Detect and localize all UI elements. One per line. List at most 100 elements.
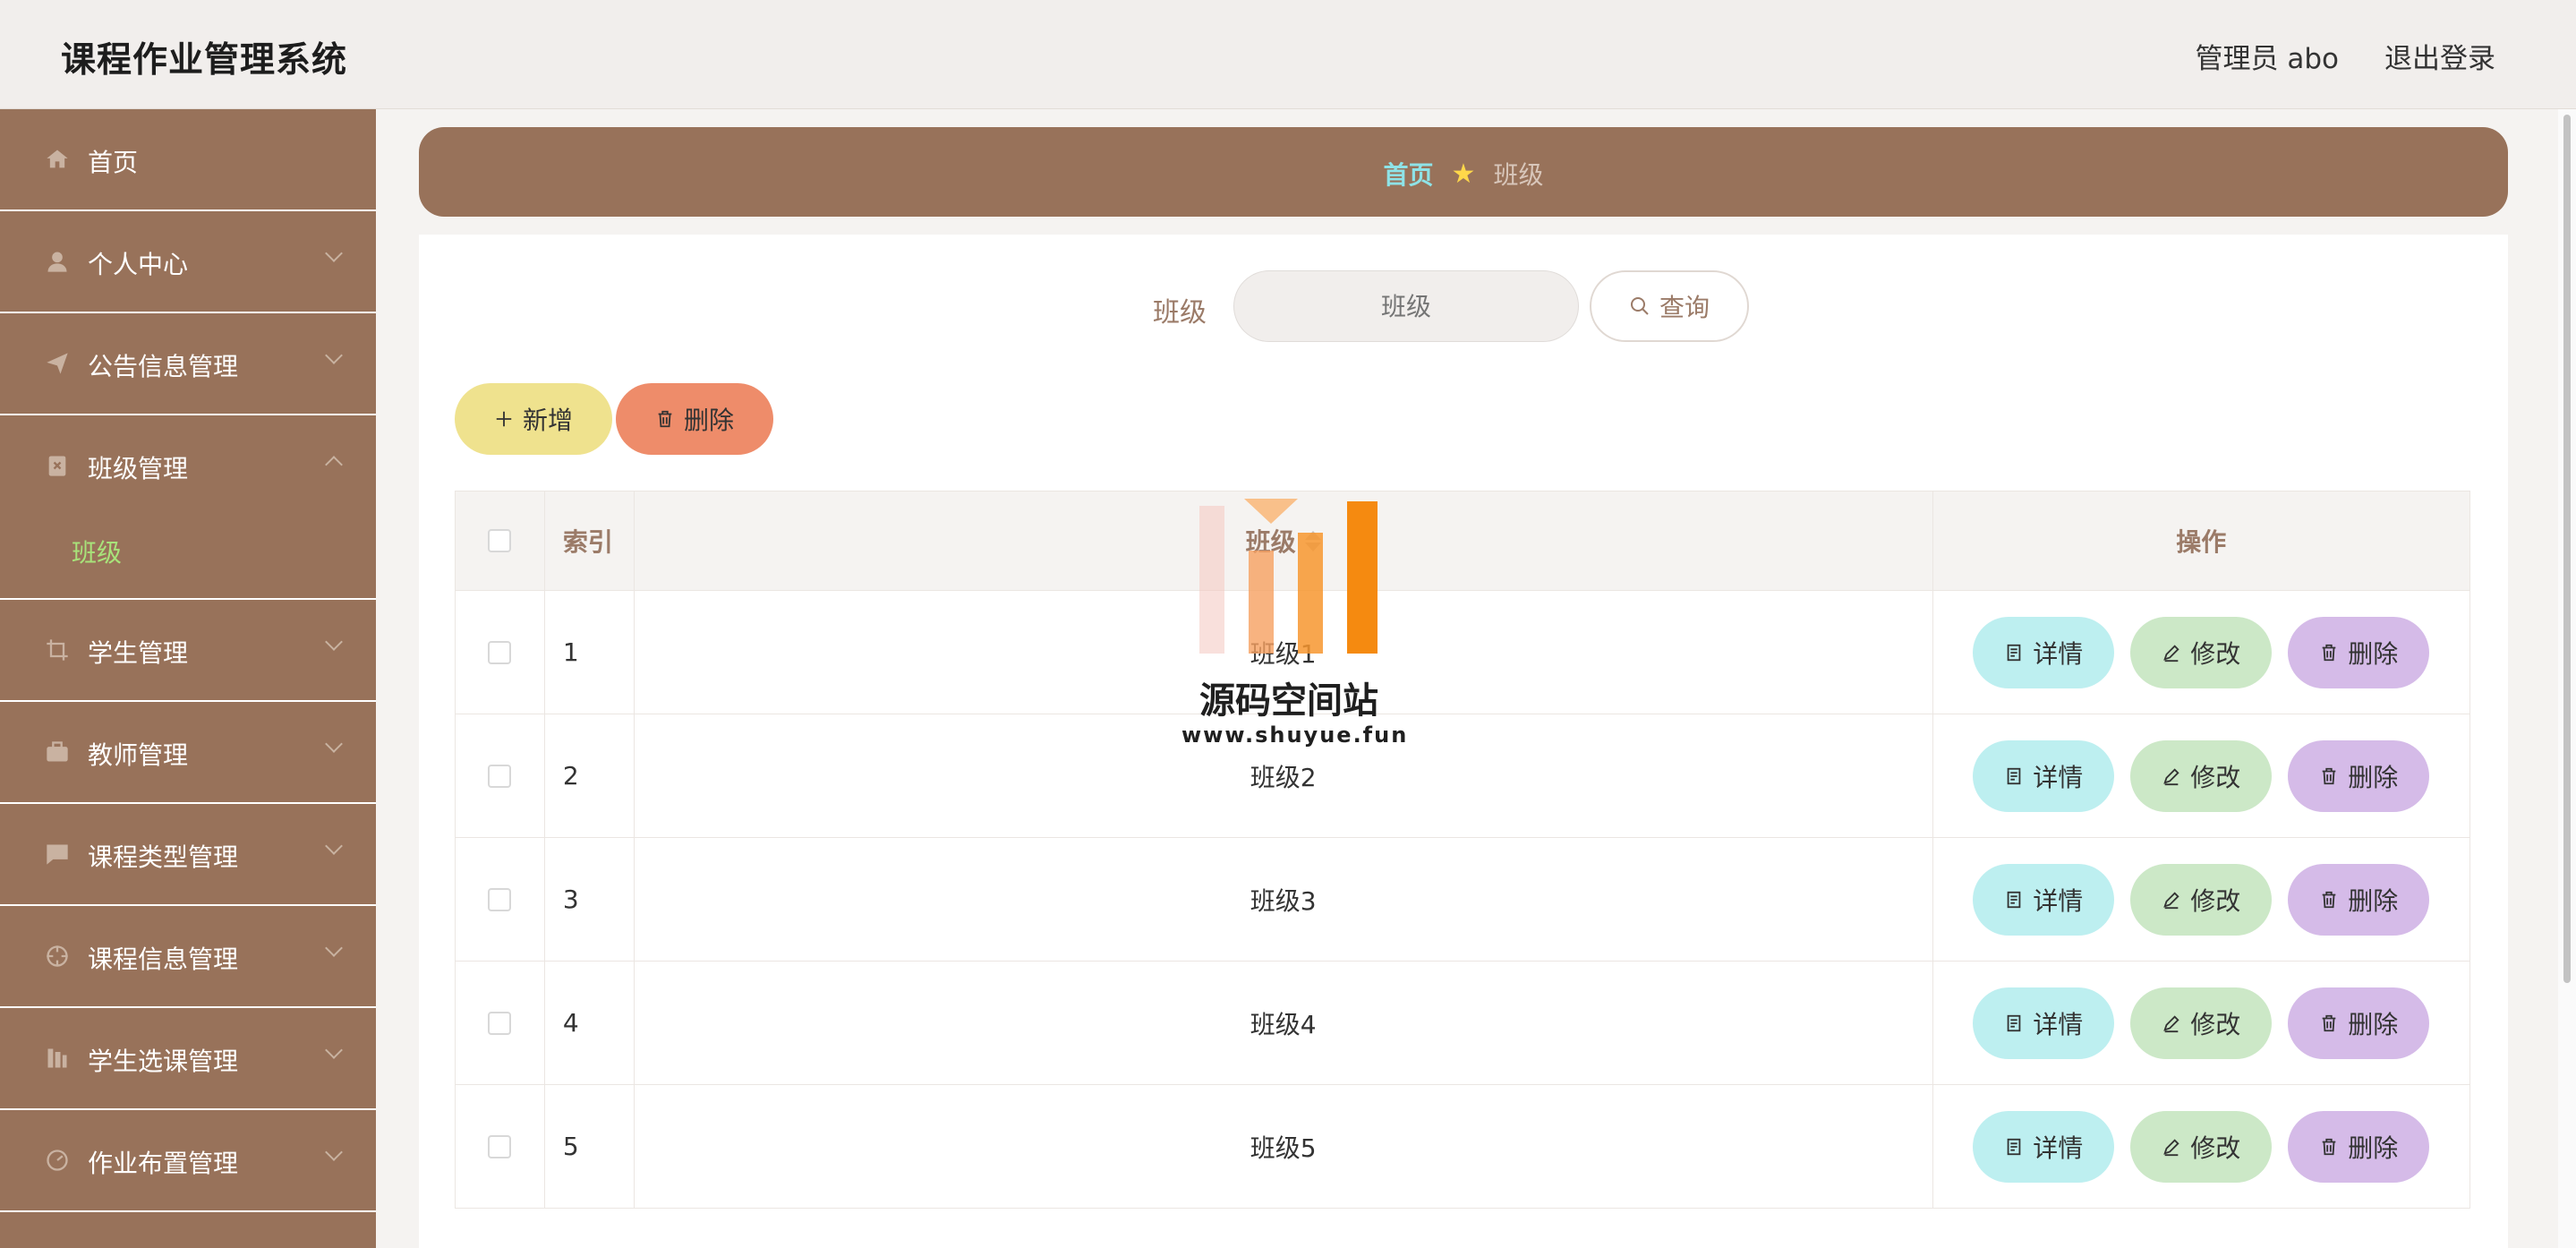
detail-label: 详情 [2033, 886, 2084, 915]
scrollbar-thumb[interactable] [2563, 115, 2571, 983]
row-class: 班级4 [635, 962, 1933, 1084]
sidebar-item-label: 学生管理 [88, 638, 189, 668]
pencil-icon [2163, 1138, 2179, 1156]
search-button[interactable]: 查询 [1590, 270, 1749, 342]
sort-icon[interactable] [1304, 530, 1321, 551]
sidebar: 首页 个人中心 公告信息管理 班级管理 班级 学生管理 教师管理 课程类型管理 … [0, 109, 376, 1248]
row-class: 班级3 [635, 838, 1933, 961]
edit-label: 修改 [2190, 886, 2241, 915]
add-button[interactable]: 新增 [455, 383, 612, 455]
sidebar-item-course-type-management[interactable]: 课程类型管理 [0, 804, 376, 906]
plus-icon [496, 411, 512, 427]
app-title: 课程作业管理系统 [61, 40, 348, 81]
delete-label: 删除 [2348, 886, 2399, 915]
delete-button[interactable]: 删除 [2288, 1110, 2430, 1183]
detail-button[interactable]: 详情 [1973, 863, 2115, 936]
header-class[interactable]: 班级 [635, 492, 1933, 590]
sidebar-item-label: 班级管理 [88, 454, 189, 483]
scrollbar[interactable] [2558, 109, 2576, 1248]
chevron-up-icon [325, 456, 343, 474]
trash-icon [2322, 891, 2336, 908]
delete-button[interactable]: 删除 [2288, 987, 2430, 1059]
user-icon [43, 247, 72, 276]
row-index: 4 [545, 962, 635, 1084]
detail-button[interactable]: 详情 [1973, 616, 2115, 688]
sidebar-item-label: 课程类型管理 [88, 842, 239, 872]
pencil-icon [2163, 891, 2179, 909]
batch-delete-button[interactable]: 删除 [616, 383, 773, 455]
logout-link[interactable]: 退出登录 [2384, 36, 2495, 76]
row-checkbox[interactable] [488, 1134, 512, 1158]
sidebar-item-announcements[interactable]: 公告信息管理 [0, 313, 376, 415]
chevron-down-icon [325, 1143, 343, 1161]
trash-icon [2322, 1014, 2336, 1031]
table-row: 4 班级4 详情 修改 删除 [455, 962, 2470, 1085]
sidebar-item-personal-center[interactable]: 个人中心 [0, 211, 376, 313]
search-input[interactable] [1233, 270, 1579, 342]
chevron-down-icon [325, 1041, 343, 1059]
sidebar-item-label: 课程信息管理 [88, 945, 239, 974]
edit-button[interactable]: 修改 [2130, 863, 2273, 936]
edit-button[interactable]: 修改 [2130, 616, 2273, 688]
row-class: 班级2 [635, 714, 1933, 837]
table-row: 3 班级3 详情 修改 删除 [455, 838, 2470, 962]
pencil-icon [2163, 1014, 2179, 1032]
dashboard-icon [43, 1146, 72, 1175]
table-row: 1 班级1 详情 修改 删除 [455, 591, 2470, 714]
document-icon [2007, 1014, 2021, 1031]
sidebar-item-label: 作业布置管理 [88, 1149, 239, 1178]
row-checkbox[interactable] [488, 764, 512, 788]
sidebar-item-label: 个人中心 [88, 250, 189, 279]
row-checkbox[interactable] [488, 887, 512, 911]
header-ops: 操作 [2176, 527, 2227, 557]
sidebar-item-home[interactable]: 首页 [0, 109, 376, 211]
delete-button[interactable]: 删除 [2288, 739, 2430, 812]
search-button-label: 查询 [1659, 294, 1710, 321]
document-icon [2007, 1138, 2021, 1155]
sidebar-item-label: 首页 [88, 148, 139, 177]
select-all-checkbox[interactable] [488, 529, 512, 552]
sidebar-subitem-class[interactable]: 班级 [0, 507, 376, 600]
detail-button[interactable]: 详情 [1973, 1110, 2115, 1183]
header-index: 索引 [545, 492, 635, 590]
detail-button[interactable]: 详情 [1973, 987, 2115, 1059]
row-class: 班级5 [635, 1085, 1933, 1208]
edit-label: 修改 [2190, 639, 2241, 668]
edit-button[interactable]: 修改 [2130, 1110, 2273, 1183]
delete-label: 删除 [2348, 763, 2399, 791]
sidebar-item-label: 公告信息管理 [88, 352, 239, 381]
breadcrumb-home[interactable]: 首页 [1384, 156, 1434, 192]
sidebar-item-class-management[interactable]: 班级管理 [0, 415, 376, 507]
edit-label: 修改 [2190, 1133, 2241, 1162]
row-index: 2 [545, 714, 635, 837]
sidebar-item-course-selection-management[interactable]: 学生选课管理 [0, 1008, 376, 1110]
search-icon [1630, 297, 1649, 315]
sidebar-item-homework-management[interactable]: 作业布置管理 [0, 1110, 376, 1212]
sidebar-item-label: 学生选课管理 [88, 1047, 239, 1076]
sidebar-subitem-label: 班级 [72, 538, 123, 568]
edit-button[interactable]: 修改 [2130, 739, 2273, 812]
row-class: 班级1 [635, 591, 1933, 714]
edit-button[interactable]: 修改 [2130, 987, 2273, 1059]
briefcase-icon [43, 738, 72, 766]
detail-button[interactable]: 详情 [1973, 739, 2115, 812]
trash-icon [658, 410, 672, 428]
user-info: 管理员 abo [2195, 43, 2340, 75]
row-checkbox[interactable] [488, 1011, 512, 1035]
sidebar-item-course-info-management[interactable]: 课程信息管理 [0, 906, 376, 1008]
search-label: 班级 [1153, 297, 1207, 329]
edit-label: 修改 [2190, 1010, 2241, 1039]
breadcrumb: 首页 ★ 班级 [419, 127, 2508, 217]
sidebar-item-student-management[interactable]: 学生管理 [0, 600, 376, 702]
delete-button[interactable]: 删除 [2288, 863, 2430, 936]
sidebar-item-teacher-management[interactable]: 教师管理 [0, 702, 376, 804]
row-index: 5 [545, 1085, 635, 1208]
send-icon [43, 349, 72, 378]
delete-label: 删除 [2348, 1010, 2399, 1039]
delete-button[interactable]: 删除 [2288, 616, 2430, 688]
star-icon: ★ [1451, 158, 1476, 190]
row-checkbox[interactable] [488, 640, 512, 664]
chevron-down-icon [325, 939, 343, 957]
table-row: 5 班级5 详情 修改 删除 [455, 1085, 2470, 1209]
trash-icon [2322, 767, 2336, 784]
